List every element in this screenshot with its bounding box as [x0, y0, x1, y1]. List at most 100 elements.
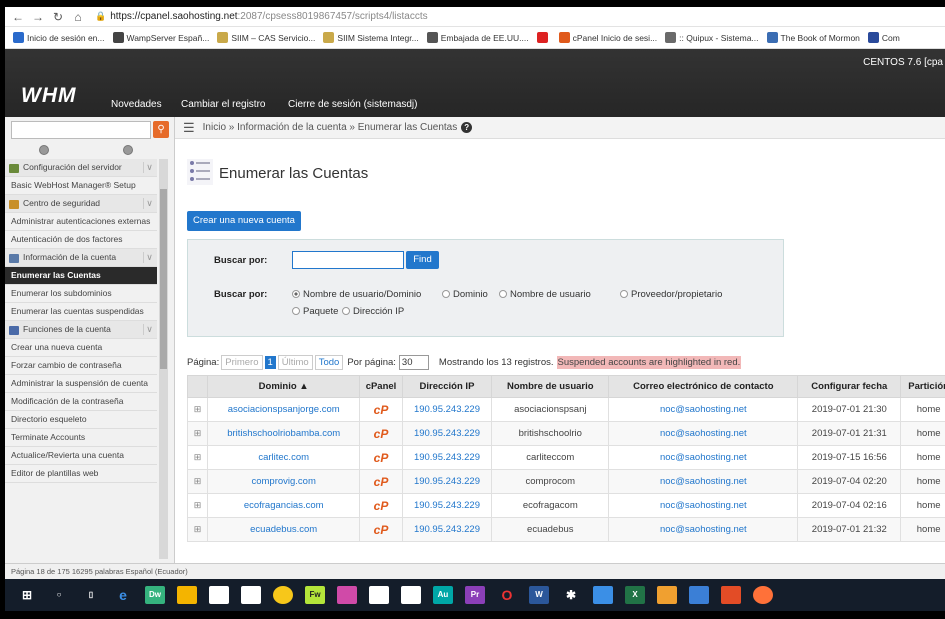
sidebar-item[interactable]: Administrar la suspensión de cuenta [5, 375, 157, 393]
ip-link[interactable]: 190.95.243.229 [401, 445, 493, 470]
breadcrumb-text[interactable]: Inicio » Información de la cuenta » Enum… [203, 122, 458, 133]
sidebar-item[interactable]: Modificación de la contraseña [5, 393, 157, 411]
sidebar-item[interactable]: Actualice/Revierta una cuenta [5, 447, 157, 465]
sidebar-item[interactable]: Administrar autenticaciones externas [5, 213, 157, 231]
cpanel-icon[interactable]: cP [359, 397, 403, 422]
menu-logout[interactable]: Cierre de sesión (sistemasdj) [288, 99, 418, 110]
first-page-button[interactable]: Primero [221, 355, 263, 370]
radio-package[interactable]: Paquete [288, 306, 338, 317]
ip-link[interactable]: 190.95.243.229 [401, 421, 493, 446]
sidebar-search-input[interactable] [11, 121, 151, 139]
find-button[interactable]: Find [406, 251, 439, 269]
task-view-icon[interactable]: ▯ [81, 586, 101, 604]
sidebar-item[interactable]: Centro de seguridad ∨ [5, 195, 157, 213]
menu-change-log[interactable]: Cambiar el registro [181, 99, 265, 110]
chrome-icon[interactable] [273, 586, 293, 604]
radio-domain[interactable]: Dominio [438, 289, 488, 300]
app4-icon[interactable] [593, 586, 613, 604]
sidebar-item[interactable]: Funciones de la cuenta ∨ [5, 321, 157, 339]
sidebar-item[interactable]: Crear una nueva cuenta [5, 339, 157, 357]
chevron-down-icon[interactable]: ∨ [143, 162, 155, 173]
app5-icon[interactable] [657, 586, 677, 604]
sidebar-item[interactable]: Forzar cambio de contraseña [5, 357, 157, 375]
windows-start-icon[interactable]: ⊞ [17, 586, 37, 604]
cpanel-icon[interactable]: cP [359, 421, 403, 446]
premiere-icon[interactable]: Pr [465, 586, 485, 604]
ip-link[interactable]: 190.95.243.229 [401, 397, 493, 422]
col-cpanel[interactable]: cPanel [359, 375, 403, 398]
search-taskbar-icon[interactable]: ○ [49, 586, 69, 604]
bookmark-item[interactable]: SIIM Sistema Integr... [323, 32, 419, 43]
search-icon[interactable]: ⚲ [153, 121, 169, 138]
domain-link[interactable]: ecofragancias.com [206, 493, 361, 518]
sidebar-item[interactable]: Editor de plantillas web [5, 465, 157, 483]
app6-icon[interactable] [689, 586, 709, 604]
sidebar-scrollbar[interactable] [159, 159, 168, 559]
bookmark-item[interactable] [536, 32, 551, 43]
sidebar-item[interactable]: Enumerar las cuentas suspendidas [5, 303, 157, 321]
email-link[interactable]: noc@saohosting.net [608, 493, 799, 518]
per-page-input[interactable]: 30 [398, 355, 429, 370]
whm-logo[interactable]: WHM [21, 84, 76, 108]
excel-icon[interactable]: X [625, 586, 645, 604]
settings-icon[interactable]: ✱ [561, 586, 581, 604]
expand-icon[interactable] [123, 145, 133, 155]
chevron-down-icon[interactable]: ∨ [143, 198, 155, 209]
current-page-button[interactable]: 1 [264, 356, 276, 369]
email-link[interactable]: noc@saohosting.net [608, 517, 799, 542]
ip-link[interactable]: 190.95.243.229 [401, 493, 493, 518]
opera-icon[interactable]: O [497, 586, 517, 604]
expand-row-icon[interactable]: ⊞ [187, 445, 208, 470]
col-date[interactable]: Configurar fecha [797, 375, 902, 398]
email-link[interactable]: noc@saohosting.net [608, 469, 799, 494]
email-link[interactable]: noc@saohosting.net [608, 421, 799, 446]
bookmark-item[interactable]: Embajada de EE.UU.... [426, 32, 529, 43]
sidebar-item[interactable]: Información de la cuenta ∨ [5, 249, 157, 267]
domain-link[interactable]: ecuadebus.com [206, 517, 361, 542]
app-icon[interactable] [337, 586, 357, 604]
explorer-icon[interactable] [177, 586, 197, 604]
back-icon[interactable]: ← [11, 10, 25, 24]
menu-novedades[interactable]: Novedades [111, 99, 162, 110]
cpanel-icon[interactable]: cP [359, 517, 403, 542]
dreamweaver-icon[interactable]: Dw [145, 586, 165, 604]
email-link[interactable]: noc@saohosting.net [608, 445, 799, 470]
expand-row-icon[interactable]: ⊞ [187, 517, 208, 542]
audition-icon[interactable]: Au [433, 586, 453, 604]
app2-icon[interactable] [369, 586, 389, 604]
col-partition[interactable]: Partición [900, 375, 945, 398]
domain-link[interactable]: britishschoolriobamba.com [206, 421, 361, 446]
cpanel-icon[interactable]: cP [359, 445, 403, 470]
cpanel-icon[interactable]: cP [359, 469, 403, 494]
expand-row-icon[interactable]: ⊞ [187, 421, 208, 446]
col-ip[interactable]: Dirección IP [401, 375, 493, 398]
sidebar-item[interactable]: Basic WebHost Manager® Setup [5, 177, 157, 195]
collapse-icon[interactable] [39, 145, 49, 155]
store-icon[interactable] [209, 586, 229, 604]
chevron-down-icon[interactable]: ∨ [143, 324, 155, 335]
domain-link[interactable]: asociacionspsanjorge.com [206, 397, 361, 422]
create-account-button[interactable]: Crear una nueva cuenta [187, 211, 301, 231]
help-icon[interactable]: ? [461, 122, 473, 133]
home-icon[interactable]: ⌂ [71, 10, 85, 24]
mail-icon[interactable] [241, 586, 261, 604]
fireworks-icon[interactable]: Fw [305, 586, 325, 604]
reload-icon[interactable]: ↻ [51, 10, 65, 24]
radio-username[interactable]: Nombre de usuario [495, 289, 591, 300]
radio-owner[interactable]: Proveedor/propietario [616, 289, 722, 300]
col-username[interactable]: Nombre de usuario [491, 375, 610, 398]
col-email[interactable]: Correo electrónico de contacto [608, 375, 799, 398]
expand-row-icon[interactable]: ⊞ [187, 397, 208, 422]
sidebar-item[interactable]: Enumerar las Cuentas [5, 267, 157, 285]
expand-row-icon[interactable]: ⊞ [187, 469, 208, 494]
bookmark-item[interactable]: cPanel Inicio de sesi... [558, 32, 657, 43]
sidebar-item[interactable]: Enumerar los subdominios [5, 285, 157, 303]
email-link[interactable]: noc@saohosting.net [608, 397, 799, 422]
sidebar-item[interactable]: Configuración del servidor ∨ [5, 159, 157, 177]
sidebar-item[interactable]: Autenticación de dos factores [5, 231, 157, 249]
cpanel-icon[interactable]: cP [359, 493, 403, 518]
bookmark-item[interactable]: The Book of Mormon [766, 32, 860, 43]
word-icon[interactable]: W [529, 586, 549, 604]
sidebar-item[interactable]: Terminate Accounts [5, 429, 157, 447]
search-input[interactable] [292, 251, 404, 269]
